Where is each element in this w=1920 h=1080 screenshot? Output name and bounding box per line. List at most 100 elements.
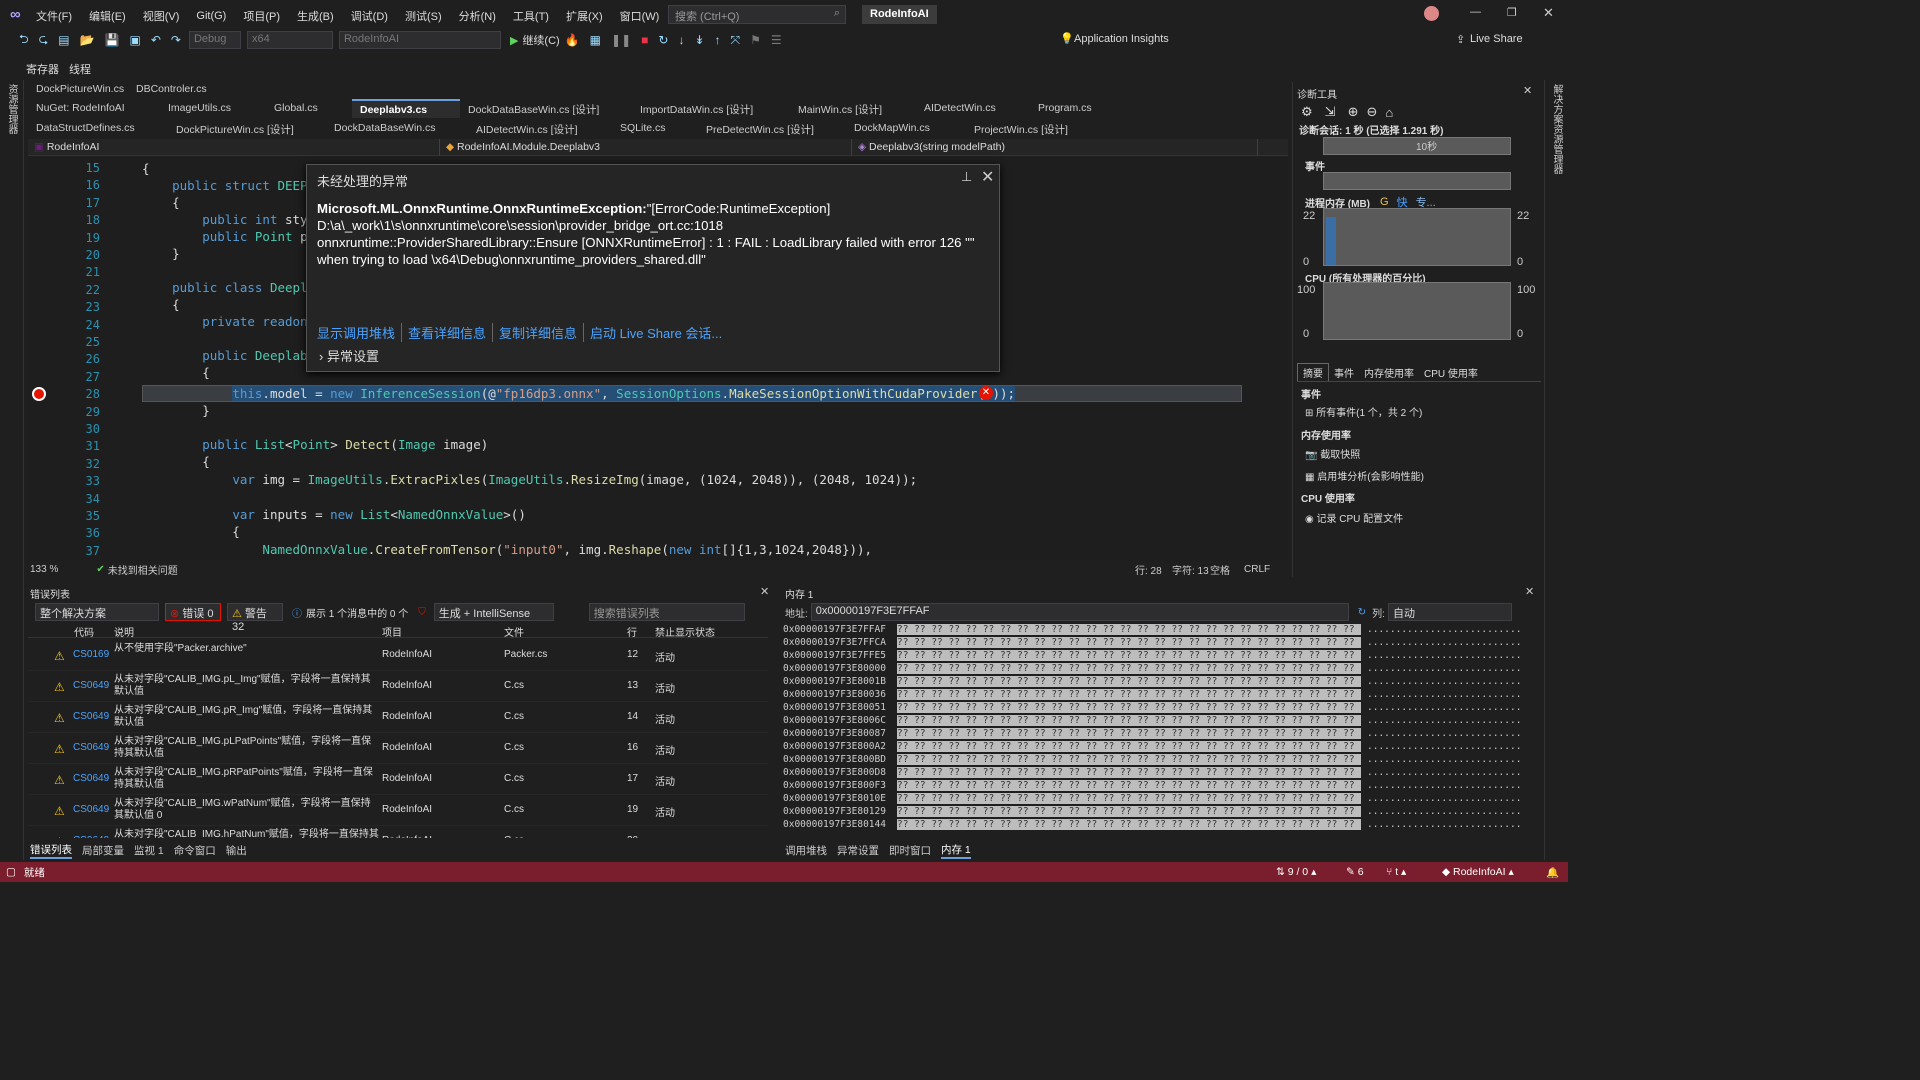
step-over-icon[interactable]: ↓ [678,33,684,47]
exception-settings-toggle[interactable]: › 异常设置 [319,346,379,365]
columns-select[interactable]: 自动 [1387,603,1512,621]
menu-item[interactable]: 窗口(W) [620,8,660,24]
bottom-tab[interactable]: 局部变量 [82,843,124,858]
menu-item[interactable]: 视图(V) [143,8,180,24]
bookmark-icon[interactable]: ⚑ [750,33,761,47]
scope-select[interactable]: 整个解决方案 [35,603,159,621]
error-code[interactable]: CS0649 [73,773,109,784]
close-panel-icon[interactable]: ✕ [1523,84,1532,97]
diag-tab[interactable]: CPU 使用率 [1419,364,1483,381]
config-select[interactable]: Debug [188,31,241,49]
pause-icon[interactable]: ❚❚ [611,33,631,47]
diag-tab[interactable]: 摘要 [1297,363,1329,381]
avatar[interactable] [1424,6,1439,21]
vs-logo-icon[interactable]: ∞ [10,6,21,23]
open-icon[interactable]: 📂 [80,33,95,47]
messages-filter[interactable]: 展示 1 个消息中的 0 个 [306,605,408,620]
error-code[interactable]: CS0169 [73,649,109,660]
close-window-icon[interactable]: ✕ [1543,5,1554,21]
settings-icon[interactable]: ⚙ [1301,104,1313,120]
tab-document[interactable]: SQLite.cs [612,119,698,138]
close-errors-icon[interactable]: ✕ [760,585,769,598]
menu-item[interactable]: 扩展(X) [566,8,603,24]
table-row[interactable]: ⚠ CS0169 从不使用字段"Packer.archive" RodeInfoAI P… [28,640,768,671]
back-icon[interactable]: ⮌ [19,30,29,51]
tab-document[interactable]: DockPictureWin.cs [设计] [168,119,326,138]
tab-document[interactable]: ProjectWin.cs [设计] [966,119,1096,138]
branch-selector[interactable]: ⑂ t ▴ [1386,866,1406,878]
diag-tab[interactable]: 事件 [1329,364,1359,381]
save-all-icon[interactable]: ▣ [130,33,141,47]
threads-button[interactable]: 线程 [69,61,91,77]
bottom-tab[interactable]: 异常设置 [837,843,879,858]
bottom-tab[interactable]: 监视 1 [134,843,164,858]
sidebar-left-label[interactable]: 资源管理器 [0,80,23,138]
build-filter-select[interactable]: 生成 + IntelliSense [433,603,554,621]
exception-link[interactable]: 复制详细信息 [499,323,585,342]
pencil-changes[interactable]: ✎ 6 [1346,866,1364,878]
address-input[interactable]: 0x00000197F3E7FFAF [810,603,1349,621]
snapshot-button[interactable]: 📷 截取快照 [1305,446,1360,461]
nav-namespace[interactable]: ◆ RodeInfoAI.Module.Deeplabv3 [440,138,852,156]
error-code[interactable]: CS0649 [73,742,109,753]
close-memory-icon[interactable]: ✕ [1525,585,1534,598]
exception-link[interactable]: 查看详细信息 [408,323,494,342]
layout-icon[interactable]: ▦ [590,33,601,47]
bottom-tab[interactable]: 错误列表 [30,842,72,859]
diag-tab[interactable]: 内存使用率 [1359,364,1419,381]
repo-selector[interactable]: ◆ RodeInfoAI ▴ [1442,866,1514,878]
table-row[interactable]: ⚠ CS0649 从未对字段"CALIB_IMG.hPatNum"赋值，字段将一直保… [28,826,768,838]
bottom-tab[interactable]: 命令窗口 [174,843,216,858]
comment-icon[interactable]: ☰ [771,33,782,47]
col-code[interactable]: 代码 [74,624,94,639]
thread-icon[interactable]: ⤧ [731,33,741,48]
live-share-button[interactable]: Live Share [1470,33,1523,45]
line-ending[interactable]: CRLF [1244,564,1270,575]
tab-document[interactable]: MainWin.cs [设计] [790,99,916,118]
forward-icon[interactable]: ⮎ [39,30,49,51]
tab-document[interactable]: DockDataBaseWin.cs [326,119,468,138]
warnings-filter[interactable]: ⚠ 警告 32 [227,603,283,633]
tab-pinned[interactable]: DBControler.cs [128,80,220,99]
new-file-icon[interactable]: ▤ [58,33,69,47]
tab-document[interactable]: PreDetectWin.cs [设计] [698,119,846,138]
tab-document[interactable]: DockDataBaseWin.cs [设计] [460,99,632,118]
sidebar-right-label[interactable]: 解决方案资源管理器 [1545,80,1568,178]
zoom-in-icon[interactable]: ⊕ [1348,104,1359,120]
filter-icon[interactable]: ⛉ [418,607,426,618]
col-project[interactable]: 项目 [382,624,402,639]
events-timeline[interactable] [1323,172,1511,190]
continue-icon[interactable]: ▶ [510,34,518,47]
col-state[interactable]: 禁止显示状态 [655,624,715,639]
zoom-level[interactable]: 133 % [30,564,58,575]
project-select[interactable]: RodeInfoAI [338,31,501,49]
menu-item[interactable]: 生成(B) [297,8,334,24]
col-line[interactable]: 行 [627,624,637,639]
menu-item[interactable]: 编辑(E) [89,8,126,24]
error-search-input[interactable]: 搜索错误列表 [588,603,745,621]
zoom-out-icon[interactable]: ⊖ [1366,104,1377,120]
exception-link[interactable]: 启动 Live Share 会话... [590,323,728,342]
table-row[interactable]: ⚠ CS0649 从未对字段"CALIB_IMG.pR_Img"赋值，字段将一直保持… [28,702,768,733]
table-row[interactable]: ⚠ CS0649 从未对字段"CALIB_IMG.pLPatPoints"赋值，字段… [28,733,768,764]
stop-icon[interactable]: ■ [641,33,648,47]
bottom-tab[interactable]: 调用堆栈 [785,843,827,858]
indent-mode[interactable]: 空格 [1210,562,1230,577]
tab-document[interactable]: DockMapWin.cs [846,119,966,138]
tab-document[interactable]: ImageUtils.cs [160,99,266,118]
minimize-icon[interactable]: — [1470,6,1481,18]
error-code[interactable]: CS0649 [73,711,109,722]
menu-item[interactable]: Git(G) [196,10,226,22]
heap-profiling-button[interactable]: ▦ 启用堆分析(会影响性能) [1305,468,1424,483]
redo-icon[interactable]: ↷ [171,33,181,47]
table-row[interactable]: ⚠ CS0649 从未对字段"CALIB_IMG.pL_Img"赋值，字段将一直保持… [28,671,768,702]
record-cpu-button[interactable]: ◉ 记录 CPU 配置文件 [1305,510,1403,525]
menu-item[interactable]: 文件(F) [36,8,72,24]
pin-icon[interactable]: ⊥ [961,169,972,185]
bottom-tab[interactable]: 输出 [226,843,247,858]
insights-button[interactable]: Application Insights [1074,33,1169,45]
tab-document[interactable]: Global.cs [266,99,352,118]
hot-reload-icon[interactable]: 🔥 [565,33,580,47]
exception-link[interactable]: 显示调用堆栈 [317,323,403,342]
tab-document[interactable]: Program.cs [1030,99,1120,118]
